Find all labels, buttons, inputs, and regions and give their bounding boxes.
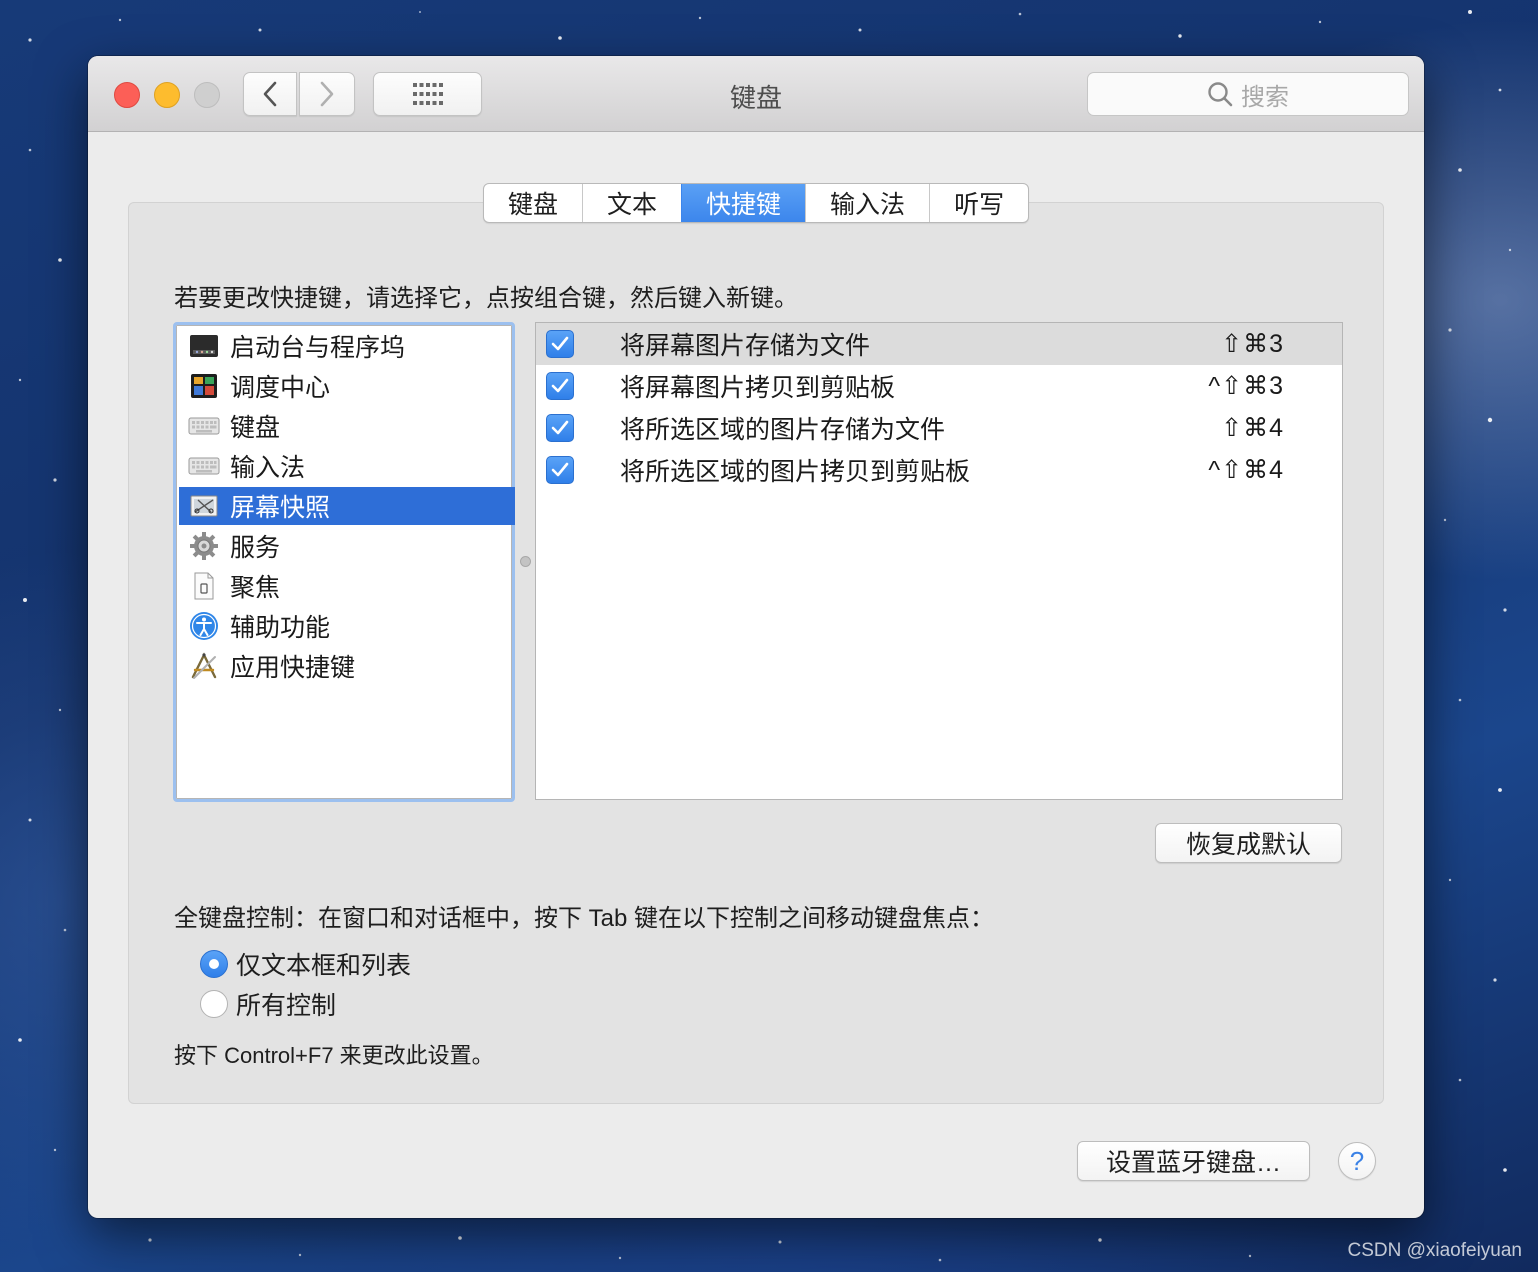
category-label: 输入法: [230, 454, 306, 482]
tab-bar: 键盘 文本 快捷键 输入法 听写: [483, 183, 1030, 223]
setup-bluetooth-keyboard-button[interactable]: 设置蓝牙键盘…: [1077, 1141, 1310, 1181]
category-label: 启动台与程序坞: [230, 334, 406, 362]
app-store-icon: [188, 650, 220, 682]
category-list[interactable]: 启动台与程序坞 调度中心 键盘 输入法 屏幕快照 服务 聚焦 辅助功能 应用快捷…: [173, 322, 515, 802]
control-f7-hint: 按下 Control+F7 来更改此设置。: [174, 1043, 494, 1068]
shortcut-label: 将屏幕图片存储为文件: [620, 332, 871, 360]
search-field[interactable]: 搜索: [1087, 72, 1409, 116]
mission-control-icon: [188, 370, 220, 402]
radio-text-boxes-lists[interactable]: 仅文本框和列表: [200, 948, 411, 980]
category-item-screenshots[interactable]: 屏幕快照: [179, 487, 515, 525]
watermark-text: CSDN @xiaofeiyuan: [1347, 1240, 1522, 1261]
accessibility-icon: [188, 610, 220, 642]
tab-text[interactable]: 文本: [582, 184, 681, 222]
category-item-keyboard[interactable]: 键盘: [179, 407, 515, 445]
search-placeholder: 搜索: [1241, 83, 1289, 111]
category-item-launchpad-dock[interactable]: 启动台与程序坞: [179, 327, 515, 365]
help-button[interactable]: ?: [1338, 1142, 1376, 1180]
radio-label: 所有控制: [236, 992, 337, 1020]
document-icon: [188, 570, 220, 602]
checkmark-icon: [551, 462, 569, 477]
restore-defaults-button[interactable]: 恢复成默认: [1155, 823, 1342, 863]
shortcut-label: 将所选区域的图片存储为文件: [620, 416, 946, 444]
shortcut-list[interactable]: 将屏幕图片存储为文件 ⇧⌘3 将屏幕图片拷贝到剪贴板 ^⇧⌘3 将所选区域的图片…: [535, 322, 1343, 800]
instruction-text: 若要更改快捷键，请选择它，点按组合键，然后键入新键。: [174, 285, 798, 312]
keyboard-icon: [188, 450, 220, 482]
category-label: 键盘: [230, 414, 281, 442]
search-icon: [1208, 82, 1233, 107]
radio-button-selected[interactable]: [200, 950, 228, 978]
dock-icon: [188, 330, 220, 362]
category-item-mission-control[interactable]: 调度中心: [179, 367, 515, 405]
category-item-services[interactable]: 服务: [179, 527, 515, 565]
checkmark-icon: [551, 336, 569, 351]
shortcut-checkbox[interactable]: [546, 330, 574, 358]
tab-keyboard[interactable]: 键盘: [484, 184, 582, 222]
category-item-app-shortcuts[interactable]: 应用快捷键: [179, 647, 515, 685]
tab-input-sources[interactable]: 输入法: [805, 184, 929, 222]
category-label: 聚焦: [230, 574, 281, 602]
category-label: 服务: [230, 534, 281, 562]
shortcut-keys[interactable]: ⇧⌘4: [1221, 413, 1284, 443]
category-item-accessibility[interactable]: 辅助功能: [179, 607, 515, 645]
radio-label: 仅文本框和列表: [236, 952, 412, 980]
shortcut-row[interactable]: 将所选区域的图片拷贝到剪贴板 ^⇧⌘4: [536, 449, 1342, 491]
checkmark-icon: [551, 420, 569, 435]
shortcut-label: 将屏幕图片拷贝到剪贴板: [620, 374, 896, 402]
shortcut-checkbox[interactable]: [546, 414, 574, 442]
shortcut-keys[interactable]: ⇧⌘3: [1221, 329, 1284, 359]
shortcut-checkbox[interactable]: [546, 372, 574, 400]
category-label: 辅助功能: [230, 614, 331, 642]
tab-dictation[interactable]: 听写: [929, 184, 1028, 222]
shortcut-keys[interactable]: ^⇧⌘4: [1208, 455, 1284, 485]
shortcut-checkbox[interactable]: [546, 456, 574, 484]
shortcut-row[interactable]: 将所选区域的图片存储为文件 ⇧⌘4: [536, 407, 1342, 449]
radio-button-unselected[interactable]: [200, 990, 228, 1018]
shortcut-label: 将所选区域的图片拷贝到剪贴板: [620, 458, 971, 486]
keyboard-preferences-window: 键盘 搜索 键盘 文本 快捷键 输入法 听写 若要更改快捷键，请选择它，点按组合…: [88, 56, 1424, 1218]
gear-icon: [188, 530, 220, 562]
keyboard-icon: [188, 410, 220, 442]
title-bar: 键盘 搜索: [88, 56, 1424, 132]
radio-all-controls[interactable]: 所有控制: [200, 988, 336, 1020]
category-label: 屏幕快照: [230, 494, 331, 522]
full-keyboard-control-label: 全键盘控制：在窗口和对话框中，按下 Tab 键在以下控制之间移动键盘焦点：: [174, 905, 995, 932]
split-view-handle[interactable]: [520, 556, 531, 567]
shortcut-row[interactable]: 将屏幕图片拷贝到剪贴板 ^⇧⌘3: [536, 365, 1342, 407]
shortcut-row[interactable]: 将屏幕图片存储为文件 ⇧⌘3: [536, 323, 1342, 365]
category-label: 调度中心: [230, 374, 331, 402]
screenshot-icon: [188, 490, 220, 522]
category-item-spotlight[interactable]: 聚焦: [179, 567, 515, 605]
shortcut-keys[interactable]: ^⇧⌘3: [1208, 371, 1284, 401]
tab-shortcuts[interactable]: 快捷键: [681, 184, 806, 222]
checkmark-icon: [551, 378, 569, 393]
category-label: 应用快捷键: [230, 654, 356, 682]
category-item-input-sources[interactable]: 输入法: [179, 447, 515, 485]
